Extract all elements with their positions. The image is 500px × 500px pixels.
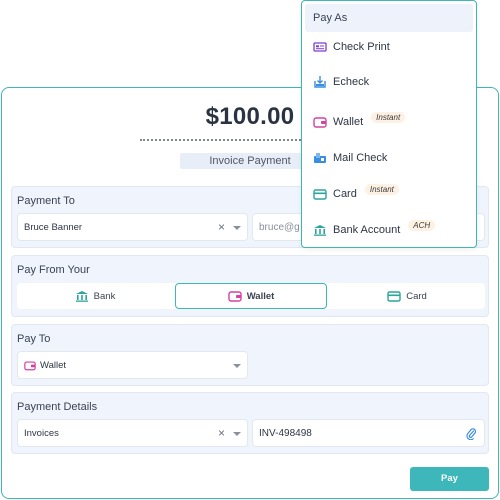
menu-item-check-print[interactable]: Check Print <box>313 38 390 56</box>
pay-from-section: Pay From Your Bank Wallet Card <box>11 255 489 317</box>
bank-icon <box>75 291 88 302</box>
menu-item-label: Bank Account <box>333 224 401 236</box>
tab-wallet[interactable]: Wallet <box>175 283 327 309</box>
chevron-down-icon[interactable] <box>233 364 241 368</box>
clear-icon[interactable]: × <box>218 426 225 440</box>
tab-bank[interactable]: Bank <box>19 283 171 309</box>
pay-to-value: Wallet <box>40 360 67 371</box>
chevron-down-icon[interactable] <box>233 226 241 230</box>
wallet-icon <box>313 117 327 128</box>
email-value: bruce@g <box>259 222 300 233</box>
chevron-down-icon[interactable] <box>233 432 241 436</box>
wallet-icon <box>227 291 242 302</box>
dropdown-header: Pay As <box>305 4 473 32</box>
category-select[interactable]: Invoices × <box>17 419 248 447</box>
recipient-select[interactable]: Bruce Banner × <box>17 213 248 241</box>
menu-item-label: Echeck <box>333 76 370 88</box>
menu-item-wallet[interactable]: Wallet Instant <box>313 111 406 131</box>
card-icon <box>313 189 327 200</box>
menu-item-mail-check[interactable]: Mail Check <box>313 149 387 167</box>
instant-badge: Instant <box>371 111 406 123</box>
menu-item-echeck[interactable]: Echeck <box>313 73 369 91</box>
mail-check-icon <box>314 153 326 163</box>
tab-label: Bank <box>93 290 116 302</box>
menu-item-label: Mail Check <box>333 152 388 164</box>
pay-button[interactable]: Pay <box>410 467 489 491</box>
paperclip-icon[interactable] <box>466 427 476 440</box>
tab-label: Wallet <box>246 290 275 302</box>
check-print-icon <box>313 42 327 52</box>
menu-item-label: Wallet <box>333 116 364 128</box>
instant-badge: Instant <box>364 183 399 195</box>
pay-as-dropdown: Pay As Check Print Echeck Wallet Instant… <box>301 0 477 248</box>
menu-item-card[interactable]: Card Instant <box>313 183 399 203</box>
recipient-value: Bruce Banner <box>24 222 83 233</box>
ach-badge: ACH <box>408 219 436 231</box>
invoice-number-field[interactable]: INV-498498 <box>252 419 485 447</box>
pay-to-select[interactable]: Wallet <box>17 351 248 379</box>
clear-icon[interactable]: × <box>218 220 225 234</box>
section-title: Payment Details <box>17 401 98 413</box>
category-value: Invoices <box>24 428 59 439</box>
tab-card[interactable]: Card <box>331 283 483 309</box>
echeck-icon <box>314 76 326 88</box>
tab-label: Card <box>406 290 427 302</box>
bank-icon <box>314 225 326 236</box>
wallet-icon <box>24 361 36 371</box>
card-icon <box>387 291 401 302</box>
section-title: Pay To <box>17 333 51 345</box>
menu-item-label: Check Print <box>333 41 390 53</box>
pay-to-section: Pay To Wallet <box>11 324 489 386</box>
menu-item-label: Card <box>333 188 357 200</box>
pay-from-tabs: Bank Wallet Card <box>17 283 485 309</box>
invoice-number-value: INV-498498 <box>259 428 312 439</box>
payment-details-section: Payment Details Invoices × INV-498498 <box>11 392 489 454</box>
menu-item-bank-account[interactable]: Bank Account ACH <box>313 219 436 239</box>
section-title: Pay From Your <box>17 264 90 276</box>
section-title: Payment To <box>17 195 75 207</box>
payment-description[interactable]: Invoice Payment <box>180 153 320 169</box>
